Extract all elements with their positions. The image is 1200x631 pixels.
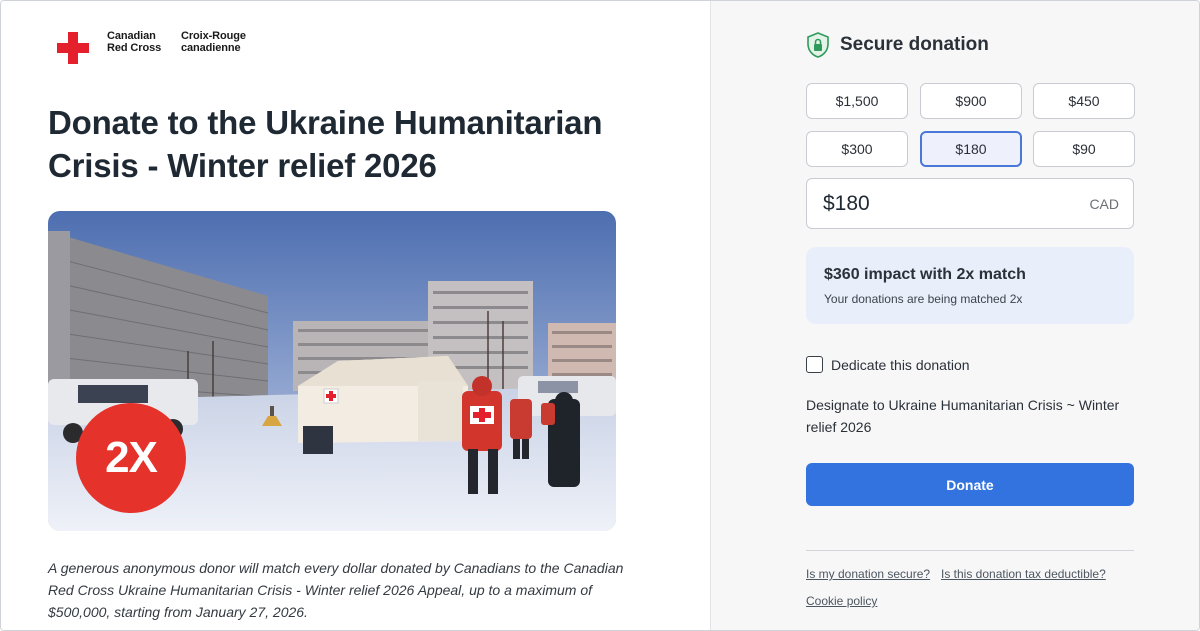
link-donation-secure[interactable]: Is my donation secure? xyxy=(806,567,930,581)
dedicate-checkbox[interactable] xyxy=(806,356,823,373)
impact-title: $360 impact with 2x match xyxy=(824,266,1026,283)
match-2x-label: 2X xyxy=(105,433,158,482)
dedicate-label: Dedicate this donation xyxy=(831,356,970,373)
campaign-panel: Canadian Red Cross Croix-Rouge canadienn… xyxy=(1,1,710,630)
dedicate-option[interactable]: Dedicate this donation xyxy=(806,356,970,373)
custom-amount-input[interactable]: $180 CAD xyxy=(806,178,1134,229)
donate-button[interactable]: Donate xyxy=(806,463,1134,506)
match-description: A generous anonymous donor will match ev… xyxy=(48,560,624,620)
amount-option-1500[interactable]: $1,500 xyxy=(806,83,908,119)
designation-text: Designate to Ukraine Humanitarian Crisis… xyxy=(806,397,1120,435)
amount-option-900[interactable]: $900 xyxy=(920,83,1022,119)
match-2x-badge: 2X xyxy=(76,403,186,513)
amount-option-450[interactable]: $450 xyxy=(1033,83,1135,119)
amount-option-300[interactable]: $300 xyxy=(806,131,908,167)
page-title: Donate to the Ukraine Humanitarian Crisi… xyxy=(48,104,603,184)
impact-callout: $360 impact with 2x match Your donations… xyxy=(806,247,1134,324)
impact-subtitle: Your donations are being matched 2x xyxy=(824,292,1023,306)
secure-donation-label: Secure donation xyxy=(840,34,989,55)
page-frame: Canadian Red Cross Croix-Rouge canadienn… xyxy=(0,0,1200,631)
shield-lock-icon xyxy=(807,32,829,58)
donation-panel: Secure donation $1,500 $900 $450 $300 $1… xyxy=(710,1,1199,630)
logo-en-line1: Canadian xyxy=(107,30,156,42)
amount-option-180[interactable]: $180 xyxy=(920,131,1022,167)
link-cookie-policy[interactable]: Cookie policy xyxy=(806,594,877,608)
logo-text-fr: Croix-Rouge canadienne xyxy=(181,30,246,54)
logo-fr-line1: Croix-Rouge xyxy=(181,30,246,42)
red-cross-icon xyxy=(57,32,89,64)
logo-fr-line2: canadienne xyxy=(181,42,241,54)
amount-value: $180 xyxy=(823,192,870,215)
footer-divider xyxy=(806,550,1134,551)
hero-image: 2X xyxy=(48,211,616,531)
link-tax-deductible[interactable]: Is this donation tax deductible? xyxy=(941,567,1106,581)
secure-donation-header: Secure donation xyxy=(807,32,989,58)
logo-text-en: Canadian Red Cross xyxy=(107,30,161,54)
logo-en-line2: Red Cross xyxy=(107,42,162,54)
amount-option-90[interactable]: $90 xyxy=(1033,131,1135,167)
currency-label: CAD xyxy=(1089,196,1119,212)
